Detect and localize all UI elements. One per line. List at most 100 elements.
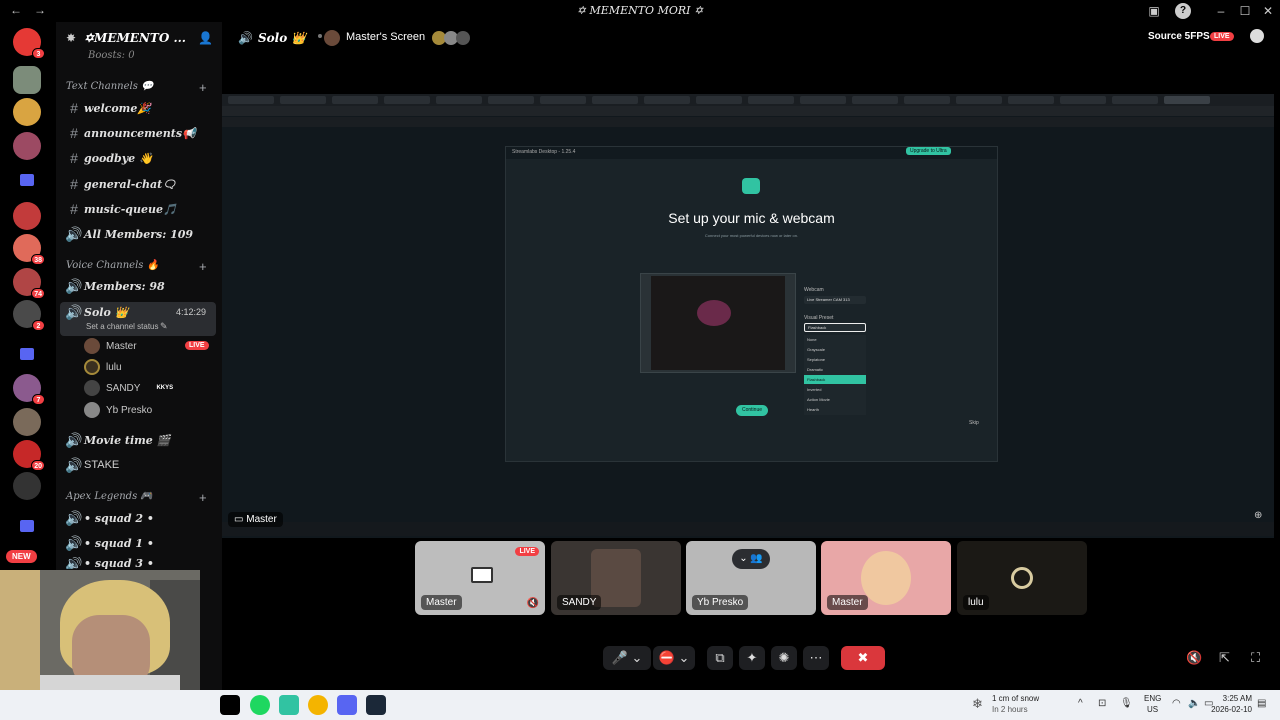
channel-squad-2[interactable]: 🔊 • squad 2 • (64, 507, 216, 529)
tile-options[interactable]: ⌄ 👥 (732, 549, 770, 569)
channel-music-queue[interactable]: # music-queue🎵 (64, 198, 216, 220)
notifications-icon[interactable]: ▤ (1257, 698, 1266, 709)
folder-icon[interactable] (20, 348, 34, 360)
server-icon[interactable] (13, 66, 41, 94)
add-member-icon[interactable]: 👤 (198, 31, 213, 45)
more-options-icon[interactable]: ⋯ (803, 646, 829, 670)
spotify-icon[interactable] (250, 695, 270, 715)
preset-option-selected[interactable]: Flashback (807, 377, 825, 382)
server-icon[interactable]: 38 (13, 234, 45, 265)
add-channel-icon[interactable]: + (199, 490, 207, 505)
add-channel-icon[interactable]: + (199, 259, 207, 274)
zoom-icon[interactable]: ⊕ (1254, 510, 1262, 521)
call-header: 🔊 Solo 👑 Master's Screen Source 5FPS LIV… (222, 22, 1280, 56)
preset-option[interactable]: Dramatic (807, 367, 823, 372)
preset-select[interactable]: Flashback (804, 323, 866, 332)
channel-squad-1[interactable]: 🔊 • squad 1 • (64, 532, 216, 554)
microphone-tray-icon[interactable]: 🎙 (1120, 698, 1133, 709)
voice-member[interactable]: Master (84, 336, 137, 356)
discord-icon[interactable] (337, 695, 357, 715)
chat-icon[interactable] (1250, 29, 1264, 43)
browser-tab (1164, 96, 1210, 104)
skip-link[interactable]: Skip (969, 420, 979, 426)
volume-icon[interactable]: 🔈 (1188, 698, 1200, 709)
help-icon[interactable]: ? (1175, 3, 1191, 19)
volume-mute-icon[interactable]: 🔇 (1186, 650, 1202, 666)
text-channels-category[interactable]: Text Channels 💬 (66, 81, 153, 92)
server-icon[interactable] (13, 132, 41, 160)
pencil-icon[interactable]: ✎ (160, 321, 168, 332)
voice-member[interactable]: Yb Presko (84, 400, 152, 420)
steam-icon[interactable] (366, 695, 386, 715)
participant-tile[interactable]: lulu (957, 541, 1087, 615)
camera-off-button[interactable]: ⛔ ⌄ (653, 646, 695, 670)
server-icon[interactable] (13, 472, 41, 500)
participant-tile[interactable]: ⌄ 👥 Yb Presko (686, 541, 816, 615)
server-icon[interactable]: 74 (13, 268, 45, 299)
apex-category[interactable]: Apex Legends 🎮 (66, 491, 153, 502)
participant-tile[interactable]: SANDY (551, 541, 681, 615)
disconnect-button[interactable]: ✖ (841, 646, 885, 670)
weather-icon[interactable]: ❄ (972, 696, 983, 712)
preset-option[interactable]: Hearth (807, 407, 819, 412)
channel-stake[interactable]: 🔊 STAKE (64, 454, 216, 476)
tray-icon[interactable]: ⊡ (1098, 698, 1106, 709)
clock-time[interactable]: 3:25 AM (1216, 694, 1252, 703)
channel-goodbye[interactable]: # goodbye 👋 (64, 147, 216, 169)
close-icon[interactable]: ✕ (1260, 3, 1276, 19)
server-icon[interactable] (13, 408, 41, 436)
fullscreen-icon[interactable]: ⛶ (1251, 650, 1260, 666)
channel-movie-time[interactable]: 🔊 Movie time 🎬 (64, 429, 216, 451)
channel-welcome[interactable]: # welcome🎉 (64, 97, 216, 119)
add-channel-icon[interactable]: + (199, 80, 207, 95)
channel-announcements[interactable]: # announcements📢 (64, 122, 216, 144)
channel-members[interactable]: 🔊 Members: 98 (64, 275, 216, 297)
preset-option[interactable]: Action Movie (807, 397, 830, 402)
channel-general-chat[interactable]: # general-chat🗨 (64, 173, 216, 195)
participant-tile[interactable]: LIVE Master 🔇 (415, 541, 545, 615)
server-icon[interactable]: 2 (13, 300, 45, 331)
folder-icon[interactable] (20, 520, 34, 532)
region-label[interactable]: US (1147, 705, 1158, 714)
folder-icon[interactable] (20, 174, 34, 186)
channel-squad-3[interactable]: 🔊 • squad 3 • (64, 557, 216, 569)
upgrade-button[interactable]: Upgrade to Ultra (906, 147, 951, 155)
popout-icon[interactable]: ⇱ (1219, 650, 1230, 666)
voice-member[interactable]: lulu (84, 357, 122, 377)
webcam-select[interactable]: Live Streamer CAM 313 (804, 296, 866, 304)
chevron-up-icon[interactable]: ^ (1078, 698, 1083, 709)
voice-member[interactable]: SANDY KKYS (84, 378, 173, 398)
inbox-icon[interactable]: ▣ (1146, 3, 1162, 19)
clock-date[interactable]: 2026-02-10 (1206, 705, 1252, 714)
preset-option[interactable]: Inverted (807, 387, 821, 392)
soundboard-icon[interactable]: ✺ (771, 646, 797, 670)
channel-all-members[interactable]: 🔊 All Members: 109 (64, 223, 216, 245)
server-icon[interactable]: 7 (13, 374, 45, 405)
gear-icon[interactable]: ✸ (66, 31, 76, 45)
server-icon[interactable]: 3 (13, 28, 45, 59)
language-label[interactable]: ENG (1144, 694, 1161, 703)
weather-text[interactable]: 1 cm of snow (992, 694, 1039, 703)
streamlabs-icon[interactable] (279, 695, 299, 715)
chrome-icon[interactable] (308, 695, 328, 715)
wifi-icon[interactable]: ◠ (1172, 698, 1181, 709)
channel-status[interactable]: Set a channel status (86, 322, 159, 331)
maximize-icon[interactable]: ☐ (1237, 3, 1253, 19)
browser-tab (332, 96, 378, 104)
server-icon[interactable]: 20 (13, 440, 45, 471)
continue-button[interactable]: Continue (736, 405, 768, 416)
microphone-button[interactable]: 🎤 ⌄ (603, 646, 651, 670)
tiktok-icon[interactable] (220, 695, 240, 715)
server-icon[interactable] (13, 202, 41, 230)
server-name[interactable]: ✡MEMENTO ... (84, 31, 186, 45)
server-icon[interactable] (13, 98, 41, 126)
preset-option[interactable]: None (807, 337, 817, 342)
minimize-icon[interactable]: – (1213, 3, 1229, 19)
participant-tile[interactable]: Master (821, 541, 951, 615)
voice-channels-category[interactable]: Voice Channels 🔥 (66, 260, 159, 271)
live-badge: LIVE (1210, 32, 1234, 41)
preset-option[interactable]: Grayscale (807, 347, 825, 352)
activities-icon[interactable]: ✦ (739, 646, 765, 670)
preset-option[interactable]: Sepiatone (807, 357, 825, 362)
screen-share-icon[interactable]: ⧉ (707, 646, 733, 670)
